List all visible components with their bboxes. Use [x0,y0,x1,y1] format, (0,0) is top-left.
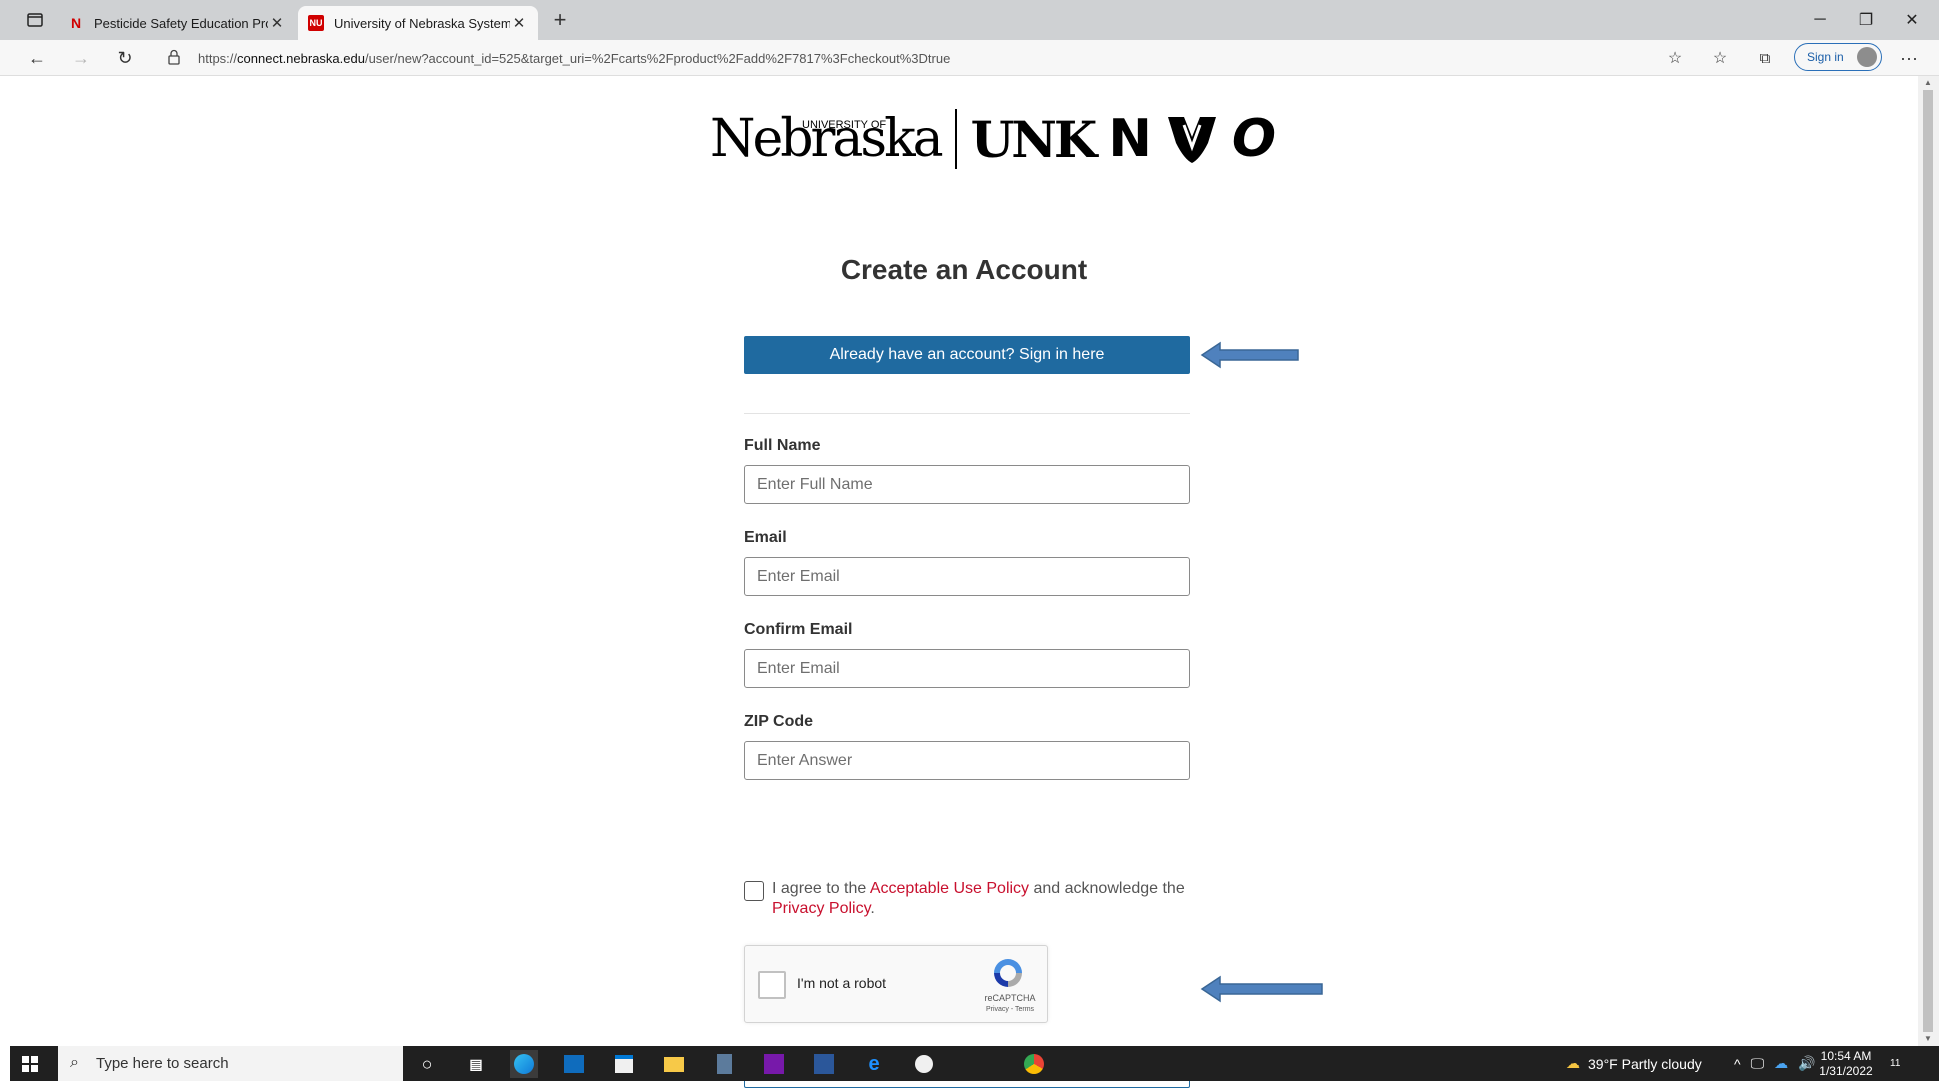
outlook-icon[interactable] [560,1050,588,1078]
recaptcha-label: I'm not a robot [797,975,887,991]
close-window-icon[interactable]: ✕ [1889,0,1935,40]
calculator-icon[interactable] [710,1050,738,1078]
unk-logo: UNK [970,109,1098,169]
file-explorer-icon[interactable] [660,1050,688,1078]
start-button-icon[interactable] [10,1046,50,1081]
tab-university-of-nebraska[interactable]: NU University of Nebraska System ✕ [298,6,538,40]
network-icon[interactable]: 🖵 [1751,1055,1765,1072]
agree-text: I agree to the Acceptable Use Policy and… [772,879,1192,919]
agree-checkbox[interactable] [744,881,764,901]
email-label: Email [744,529,787,546]
tab-title: University of Nebraska System [334,15,510,31]
agree-prefix: I agree to the [772,880,870,897]
scrollbar-thumb[interactable] [1923,90,1933,1032]
windows-taskbar: ⌕ Type here to search ○ ▤ e ☁ 39°F Partl… [10,1046,1939,1081]
page-scrollbar[interactable]: ▲ ▼ [1918,76,1939,1046]
zip-code-input[interactable] [744,741,1190,780]
clock-date: 1/31/2022 [1819,1064,1873,1078]
show-hidden-icons-icon[interactable]: ^ [1734,1056,1741,1072]
taskbar-search-placeholder: Type here to search [96,1055,229,1072]
sign-in-button[interactable]: Already have an account? Sign in here [744,336,1190,374]
favorites-icon[interactable]: ☆ [1705,44,1735,72]
chrome-icon[interactable] [1020,1050,1048,1078]
url-scheme: https:// [198,50,238,66]
new-tab-button[interactable]: + [545,6,575,34]
url-host: connect.nebraska.edu [237,50,365,66]
nebraska-logo: UNIVERSITY OF Nebraska [710,109,957,169]
onedrive-icon[interactable]: ☁ [1774,1055,1788,1072]
refresh-icon[interactable]: ↻ [110,44,140,72]
recaptcha-brand: reCAPTCHA [984,993,1036,1003]
uno-o-logo: O [1231,109,1277,169]
tab-actions-icon[interactable] [18,8,52,32]
minimize-icon[interactable]: ─ [1797,0,1843,40]
address-bar[interactable]: https://connect.nebraska.edu/user/new?ac… [198,44,1698,72]
confirm-email-label: Confirm Email [744,621,853,638]
add-favorite-icon[interactable]: ☆ [1660,44,1690,72]
weather-text: 39°F Partly cloudy [1588,1055,1702,1072]
recaptcha-terms-link[interactable]: Privacy - Terms [975,1006,1045,1013]
url-path: /user/new?account_id=525&target_uri=%2Fc… [364,50,951,66]
clock-time: 10:54 AM [1820,1049,1872,1063]
internet-explorer-icon[interactable]: e [860,1050,888,1078]
close-tab-icon[interactable]: ✕ [510,14,528,32]
nu-favicon-icon: NU [308,15,324,31]
word-icon[interactable] [810,1050,838,1078]
browser-tab-strip: N Pesticide Safety Education Progr ✕ NU … [0,0,1939,40]
back-icon[interactable]: ← [22,44,52,72]
page-title: Create an Account [840,254,1088,285]
task-view-icon[interactable]: ▤ [462,1050,490,1078]
agree-suffix: . [870,900,875,917]
page-content: UNIVERSITY OF Nebraska UNK N O Create an… [10,76,1918,1088]
avatar [1857,47,1877,67]
privacy-policy-link[interactable]: Privacy Policy [772,900,870,917]
tab-title: Pesticide Safety Education Progr [94,15,268,31]
volume-icon[interactable]: 🔊 [1798,1055,1815,1072]
recaptcha-checkbox[interactable] [758,971,786,999]
scroll-down-icon[interactable]: ▼ [1924,1034,1932,1043]
more-options-icon[interactable]: ··· [1894,44,1924,72]
weather-widget[interactable]: ☁ 39°F Partly cloudy [1566,1046,1702,1081]
annotation-arrow-icon [1200,975,1323,1003]
notifications-icon[interactable]: 11 [1890,1046,1900,1081]
system-tray: ^ 🖵 ☁ 🔊 [1734,1046,1816,1081]
system-clock[interactable]: 10:54 AM 1/31/2022 [1816,1049,1876,1079]
edge-icon[interactable] [510,1050,538,1078]
acceptable-use-policy-link[interactable]: Acceptable Use Policy [870,880,1029,897]
notification-count: 11 [1890,1058,1901,1069]
close-tab-icon[interactable]: ✕ [268,14,286,32]
recaptcha-widget: I'm not a robot reCAPTCHA Privacy - Term… [744,945,1048,1023]
full-name-label: Full Name [744,437,821,454]
browser-toolbar: ← → ↻ https://connect.nebraska.edu/user/… [0,40,1939,76]
forward-icon[interactable]: → [66,44,96,72]
partly-cloudy-icon: ☁ [1566,1055,1580,1071]
nebraska-wordmark: Nebraska [710,109,944,169]
sign-in-label: Sign in [1807,50,1844,64]
agree-middle: and acknowledge the [1029,880,1185,897]
collections-icon[interactable]: ⧉ [1750,44,1780,72]
recaptcha-logo-icon [994,959,1022,987]
profile-sign-in-button[interactable]: Sign in [1794,43,1882,71]
search-icon: ⌕ [70,1054,79,1071]
snip-app-icon[interactable] [910,1050,938,1078]
annotation-arrow-icon [1200,341,1299,369]
confirm-email-input[interactable] [744,649,1190,688]
taskbar-search-box[interactable]: ⌕ Type here to search [58,1046,403,1081]
email-input[interactable] [744,557,1190,596]
store-icon[interactable] [610,1050,638,1078]
restore-icon[interactable]: ❐ [1843,0,1889,40]
tab-pesticide[interactable]: N Pesticide Safety Education Progr ✕ [58,6,296,40]
unl-n-logo: N [1108,109,1152,169]
full-name-input[interactable] [744,465,1190,504]
unmc-shield-logo [1167,117,1216,163]
university-of-text: UNIVERSITY OF [802,119,887,131]
zip-code-label: ZIP Code [744,713,814,730]
cortana-icon[interactable]: ○ [413,1050,441,1078]
scroll-up-icon[interactable]: ▲ [1924,78,1932,87]
lock-icon[interactable] [168,49,180,65]
university-logos: UNIVERSITY OF Nebraska UNK N O [710,104,1276,174]
nebraska-n-favicon-icon: N [70,15,82,31]
onenote-icon[interactable] [760,1050,788,1078]
divider [744,413,1190,414]
